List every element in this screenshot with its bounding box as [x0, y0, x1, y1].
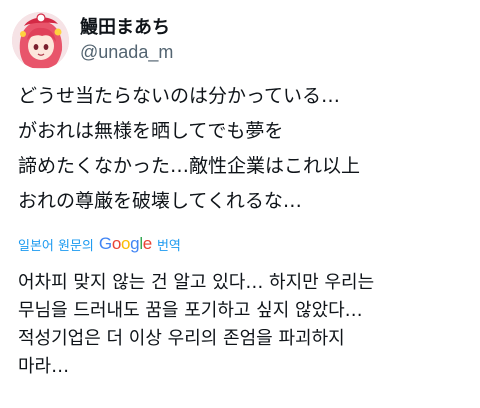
google-letter: o — [121, 234, 131, 253]
google-letter: e — [142, 234, 152, 253]
translate-link[interactable]: 번역 — [157, 235, 181, 254]
tweet: 鰻田まあち @unada_m どうせ当たらないのは分かっている… がおれは無様を… — [0, 0, 480, 408]
translation-attribution: 일본어 원문의 Google 번역 — [18, 234, 181, 254]
google-letter: o — [111, 234, 121, 253]
translated-line: 마라… — [18, 356, 70, 377]
tweet-line: おれの尊厳を破壊してくれるな… — [18, 190, 302, 212]
tweet-header: 鰻田まあち @unada_m — [12, 12, 173, 69]
tweet-line: どうせ当たらないのは分かっている… — [18, 85, 341, 107]
tweet-text: どうせ当たらないのは分かっている… がおれは無様を晒してでも夢を 諦めたくなかっ… — [18, 79, 473, 219]
tweet-line: 諦めたくなかった…敵性企業はこれ以上 — [18, 155, 361, 177]
avatar[interactable] — [12, 12, 69, 69]
google-letter: G — [98, 234, 112, 253]
google-letter: g — [130, 234, 140, 253]
translated-line: 어차피 맞지 않는 건 알고 있다… 하지만 우리는 — [18, 272, 375, 293]
translation-prefix: 일본어 원문의 — [18, 238, 94, 254]
user-handle[interactable]: @unada_m — [80, 40, 173, 64]
user-names: 鰻田まあち @unada_m — [80, 16, 173, 64]
translated-line: 무님을 드러내도 꿈을 포기하고 싶지 않았다… — [18, 300, 363, 321]
translated-text: 어차피 맞지 않는 건 알고 있다… 하지만 우리는 무님을 드러내도 꿈을 포… — [18, 269, 473, 381]
google-logo: Google — [99, 234, 152, 254]
translated-line: 적성기업은 더 이상 우리의 존엄을 파괴하지 — [18, 328, 345, 349]
tweet-line: がおれは無様を晒してでも夢を — [18, 120, 284, 142]
anime-avatar-icon — [12, 12, 69, 69]
display-name[interactable]: 鰻田まあち — [80, 16, 173, 40]
